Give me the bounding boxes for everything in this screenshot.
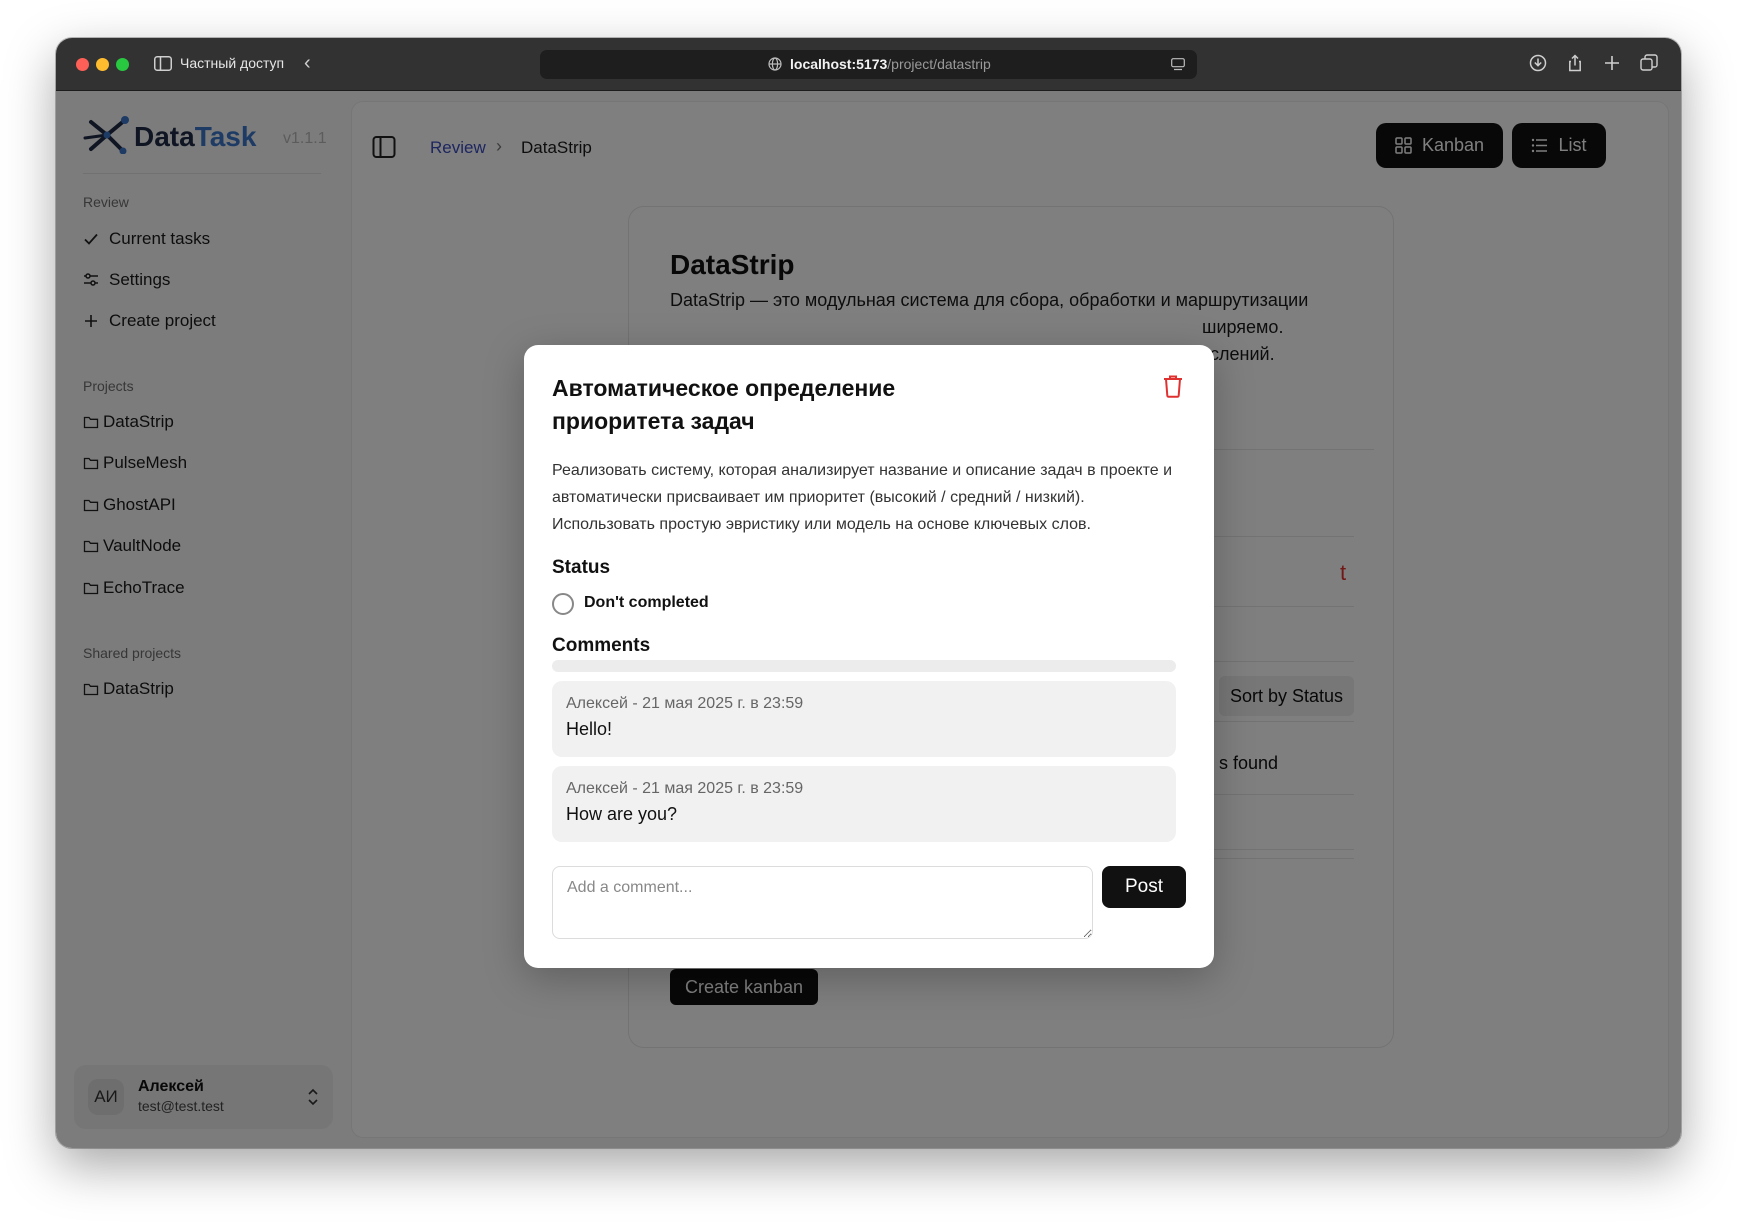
share-icon[interactable] [1566, 54, 1584, 72]
comment-meta: Алексей - 21 мая 2025 г. в 23:59 [566, 780, 804, 797]
private-browsing-label: Частный доступ [180, 55, 285, 71]
download-icon[interactable] [1529, 54, 1547, 72]
url-text: localhost:5173/project/datastrip [790, 56, 991, 72]
comment-item: Алексей - 21 мая 2025 г. в 23:59 How are… [552, 766, 1176, 842]
back-icon[interactable]: ‹ [304, 52, 311, 75]
new-tab-icon[interactable] [1603, 54, 1621, 72]
browser-sidebar-icon[interactable] [154, 56, 172, 71]
browser-toolbar: Частный доступ ‹ localhost:5173/project/… [56, 38, 1681, 91]
delete-task-trash-icon[interactable] [1162, 374, 1184, 398]
post-comment-button[interactable]: Post [1102, 866, 1186, 908]
comments-heading: Comments [552, 635, 651, 656]
status-radio[interactable] [552, 593, 574, 615]
reader-icon[interactable] [1171, 58, 1185, 71]
tabs-overview-icon[interactable] [1640, 54, 1658, 72]
minimize-window-button[interactable] [96, 58, 109, 71]
comments-scrollbar[interactable] [552, 660, 1176, 672]
close-window-button[interactable] [76, 58, 89, 71]
status-heading: Status [552, 557, 611, 578]
app-root: DataTask v1.1.1 Review Current tasks Set… [56, 91, 1681, 1148]
url-host: localhost:5173 [790, 56, 888, 72]
task-title: Автоматическое определение приоритета за… [552, 375, 896, 434]
task-modal: Автоматическое определение приоритета за… [524, 345, 1214, 968]
comment-text: How are you? [566, 804, 678, 824]
browser-window: Частный доступ ‹ localhost:5173/project/… [56, 38, 1681, 1148]
comment-input[interactable] [552, 866, 1093, 939]
comment-text: Hello! [566, 719, 613, 739]
globe-icon [768, 57, 782, 71]
zoom-window-button[interactable] [116, 58, 129, 71]
comment-item: Алексей - 21 мая 2025 г. в 23:59 Hello! [552, 681, 1176, 757]
status-value: Don't completed [584, 594, 709, 611]
address-bar[interactable]: localhost:5173/project/datastrip [540, 50, 1197, 79]
url-path: /project/datastrip [887, 56, 991, 72]
task-description: Реализовать систему, которая анализирует… [552, 462, 1172, 533]
comment-meta: Алексей - 21 мая 2025 г. в 23:59 [566, 695, 804, 712]
